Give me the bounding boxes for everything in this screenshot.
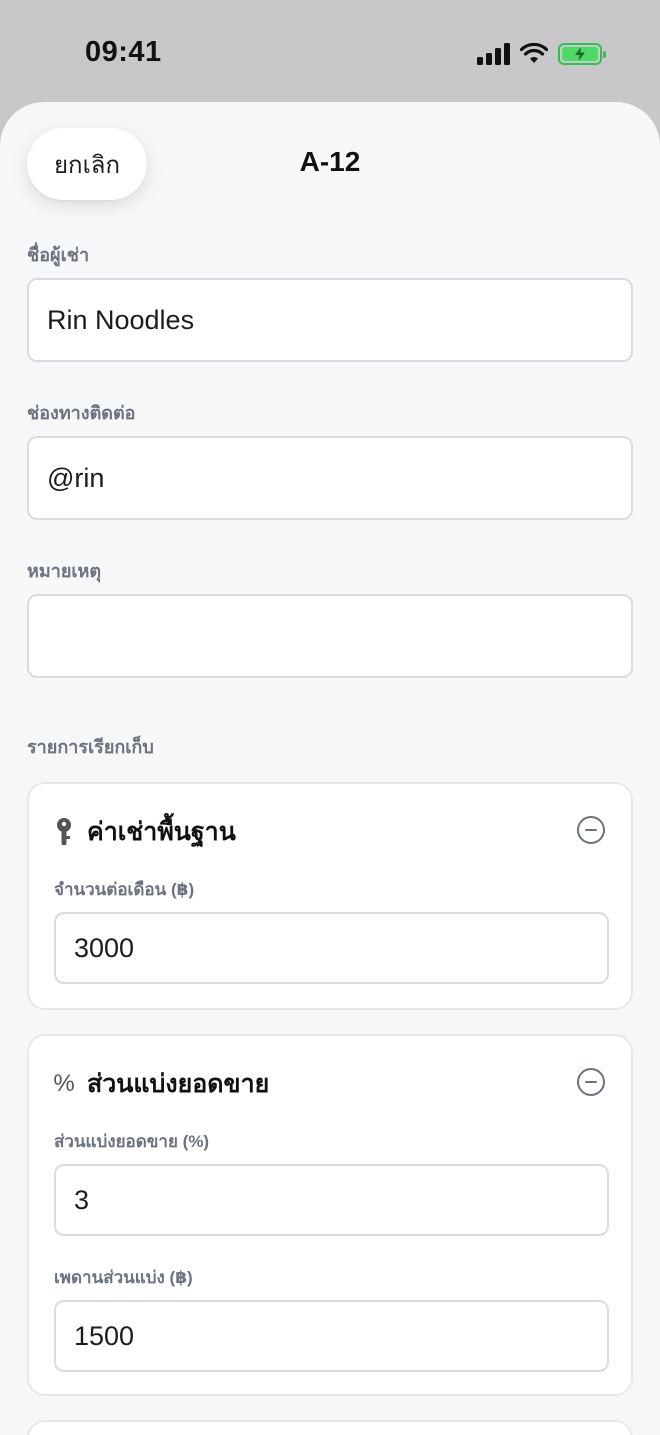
wifi-icon <box>520 43 548 63</box>
remove-charge-button[interactable] <box>577 1068 605 1096</box>
cellular-signal-icon <box>477 43 510 65</box>
status-bar: 09:41 <box>0 0 660 102</box>
card-header: % ส่วนแบ่งยอดขาย <box>53 1064 269 1104</box>
contact-label: ช่องทางติดต่อ <box>27 403 136 423</box>
percent-icon: % <box>53 1070 75 1097</box>
tenant-name-label: ชื่อผู้เช่า <box>27 245 90 265</box>
note-label: หมายเหตุ <box>27 561 102 581</box>
tenant-name-input[interactable] <box>27 278 633 362</box>
status-time: 09:41 <box>85 36 162 68</box>
status-icons <box>477 40 606 68</box>
page-title: A-12 <box>299 146 361 177</box>
share-cap-label: เพดานส่วนแบ่ง (฿) <box>54 1268 193 1287</box>
card-header: ค่าเช่าพื้นฐาน <box>53 812 236 852</box>
revenue-share-percent-label: ส่วนแบ่งยอดขาย (%) <box>54 1132 210 1151</box>
card-title: ค่าเช่าพื้นฐาน <box>87 818 236 846</box>
contact-input[interactable] <box>27 436 633 520</box>
revenue-share-percent-input[interactable] <box>54 1164 609 1236</box>
charge-card-next <box>27 1420 633 1435</box>
monthly-amount-input[interactable] <box>54 912 609 984</box>
remove-charge-button[interactable] <box>577 816 605 844</box>
minus-icon <box>585 1080 597 1084</box>
share-cap-input[interactable] <box>54 1300 609 1372</box>
edit-tenant-sheet: ยกเลิก A-12 ชื่อผู้เช่า ช่องทางติดต่อ หม… <box>0 102 660 1435</box>
battery-charging-icon <box>558 43 606 65</box>
charges-section-label: รายการเรียกเก็บ <box>27 737 154 757</box>
charge-card-revenue-share: % ส่วนแบ่งยอดขาย ส่วนแบ่งยอดขาย (%) เพดา… <box>27 1034 633 1396</box>
card-title: ส่วนแบ่งยอดขาย <box>87 1070 270 1098</box>
charge-card-base-rent: ค่าเช่าพื้นฐาน จำนวนต่อเดือน (฿) <box>27 782 633 1010</box>
key-icon <box>57 818 71 845</box>
note-input[interactable] <box>27 594 633 678</box>
minus-icon <box>585 828 597 832</box>
monthly-amount-label: จำนวนต่อเดือน (฿) <box>54 880 195 899</box>
